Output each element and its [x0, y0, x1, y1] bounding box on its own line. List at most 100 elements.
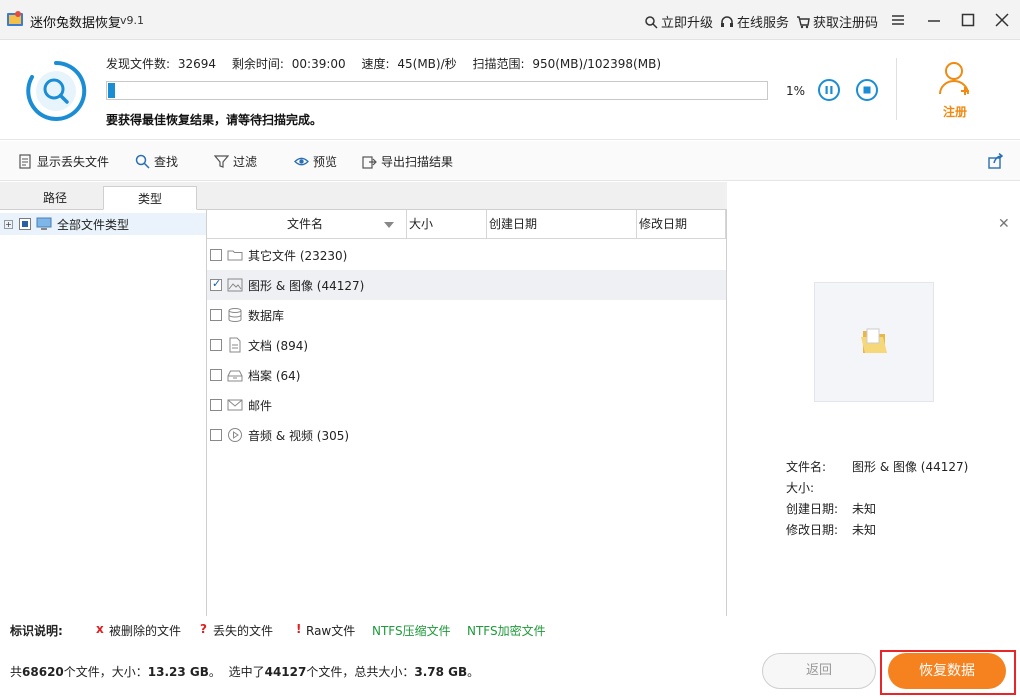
online-service-link[interactable]: 在线服务 — [720, 12, 789, 31]
preview-filename-value: 图形 & 图像 (44127) — [852, 460, 969, 474]
preview-size-label: 大小: — [786, 481, 815, 495]
list-item-label: 音频 & 视频 (305) — [248, 428, 350, 443]
filter-button[interactable]: 过滤 — [214, 153, 257, 170]
share-icon[interactable] — [988, 153, 1004, 169]
search-lock-icon — [645, 15, 658, 29]
list-item[interactable]: 文档 (894) — [207, 330, 726, 360]
media-icon — [228, 428, 242, 442]
legend-ntfs-encrypted: NTFS加密文件 — [467, 624, 546, 638]
headset-icon — [721, 15, 733, 27]
raw-mark-icon: ! — [296, 622, 302, 636]
row-checkbox[interactable] — [210, 399, 222, 411]
maximize-icon — [961, 13, 975, 27]
recover-data-button[interactable]: 恢复数据 — [888, 653, 1006, 689]
close-button[interactable] — [990, 8, 1014, 32]
list-item-label: 其它文件 (23230) — [248, 248, 348, 263]
type-tree: + 全部文件类型 — [0, 210, 207, 616]
menu-button[interactable] — [886, 8, 910, 32]
list-item-label: 邮件 — [248, 398, 273, 413]
row-checkbox[interactable] — [210, 249, 222, 261]
column-modified-label: 修改日期 — [639, 217, 688, 231]
preview-thumbnail — [814, 282, 934, 402]
list-item-label: 文档 (894) — [248, 338, 309, 353]
column-created[interactable]: 创建日期 — [487, 210, 637, 239]
close-preview-icon[interactable]: ✕ — [998, 216, 1010, 232]
preview-filename-row: 文件名: 图形 & 图像 (44127) — [786, 458, 968, 475]
find-button[interactable]: 查找 — [135, 153, 178, 170]
column-size[interactable]: 大小 — [407, 210, 487, 239]
image-icon — [227, 278, 243, 292]
row-checkbox[interactable] — [210, 369, 222, 381]
back-button[interactable]: 返回 — [762, 653, 876, 689]
column-modified[interactable]: 修改日期 — [637, 210, 726, 239]
scan-magnifier-icon — [26, 60, 87, 121]
tab-type[interactable]: 类型 — [103, 186, 197, 210]
folder-icon — [227, 250, 243, 261]
scan-stats: 发现文件数: 32694 剩余时间: 00:39:00 速度: 45(MB)/秒… — [106, 55, 673, 72]
maximize-button[interactable] — [956, 8, 980, 32]
preview-header — [727, 182, 1020, 210]
online-service-label: 在线服务 — [737, 16, 790, 31]
file-list: 文件名 大小 创建日期 修改日期 其它文件 (23230) 图形 & 图像 (4… — [207, 210, 727, 616]
list-item-label: 档案 (64) — [248, 368, 301, 383]
upgrade-link[interactable]: 立即升级 — [644, 12, 713, 31]
archive-icon — [227, 370, 243, 382]
column-filename[interactable]: 文件名 — [207, 210, 407, 239]
selected-prefix: 选中了 — [228, 665, 265, 679]
list-item[interactable]: 数据库 — [207, 300, 726, 330]
get-code-link[interactable]: 获取注册码 — [796, 12, 878, 31]
legend-title: 标识说明: — [10, 624, 63, 638]
total-count: 68620 — [22, 665, 64, 679]
deleted-mark-icon: x — [96, 622, 104, 636]
scan-progress-fill — [108, 83, 115, 98]
preview-panel: ✕ 文件名: 图形 & 图像 (44127) 大小: 创建日期: 未知 修改日期: 未… — [728, 210, 1020, 616]
pause-button[interactable] — [818, 79, 840, 101]
show-lost-files-button[interactable]: 显示丢失文件 — [18, 153, 109, 170]
tab-path[interactable]: 路径 — [8, 186, 102, 210]
legend-ntfs-compressed: NTFS压缩文件 — [372, 624, 451, 638]
computer-icon — [36, 217, 52, 230]
row-checkbox[interactable] — [210, 429, 222, 441]
row-checkbox[interactable] — [210, 277, 222, 291]
preview-label: 预览 — [313, 155, 338, 169]
minimize-button[interactable] — [922, 8, 946, 32]
column-size-label: 大小 — [409, 217, 434, 231]
tree-expand-icon[interactable]: + — [4, 219, 13, 229]
list-item[interactable]: 其它文件 (23230) — [207, 240, 726, 270]
preview-modified-row: 修改日期: 未知 — [786, 521, 876, 538]
export-results-button[interactable]: 导出扫描结果 — [362, 153, 453, 170]
list-item[interactable]: 图形 & 图像 (44127) — [207, 270, 726, 300]
stop-button[interactable] — [856, 79, 878, 101]
tree-item-all-types[interactable]: + 全部文件类型 — [0, 213, 206, 235]
total-size: 13.23 GB — [147, 665, 209, 679]
lost-mark-icon: ? — [200, 622, 207, 636]
upgrade-label: 立即升级 — [661, 16, 714, 31]
row-checkbox[interactable] — [210, 339, 222, 351]
title-bar: 迷你兔数据恢复 v9.1 立即升级 在线服务 获取注册码 — [0, 0, 1020, 40]
list-item[interactable]: 音频 & 视频 (305) — [207, 420, 726, 450]
list-item[interactable]: 档案 (64) — [207, 360, 726, 390]
selected-suffix: 。 — [467, 665, 480, 679]
column-filename-label: 文件名 — [287, 217, 324, 231]
get-code-label: 获取注册码 — [813, 16, 879, 31]
row-checkbox[interactable] — [210, 309, 222, 321]
register-button[interactable]: 注册 — [930, 60, 980, 120]
stop-icon — [863, 86, 871, 94]
preview-created-value: 未知 — [852, 502, 877, 516]
minimize-icon — [928, 20, 940, 22]
speed-value: 45(MB)/秒 — [397, 57, 457, 71]
eye-icon — [294, 157, 309, 166]
preview-size-row: 大小: — [786, 479, 852, 496]
tree-checkbox[interactable] — [19, 218, 31, 230]
scan-header: 发现文件数: 32694 剩余时间: 00:39:00 速度: 45(MB)/秒… — [0, 40, 1020, 140]
mail-icon — [227, 399, 243, 411]
total-prefix: 共 — [10, 665, 23, 679]
legend-bar: 标识说明: x 被删除的文件 ? 丢失的文件 ! Raw文件 NTFS压缩文件 … — [0, 617, 1020, 643]
export-file-icon — [362, 156, 377, 169]
list-item[interactable]: 邮件 — [207, 390, 726, 420]
total-mid: 个文件，大小： — [63, 665, 148, 679]
register-label: 注册 — [942, 105, 967, 119]
preview-button[interactable]: 预览 — [294, 153, 337, 170]
folder-preview-icon — [861, 328, 887, 353]
column-created-label: 创建日期 — [489, 217, 538, 231]
